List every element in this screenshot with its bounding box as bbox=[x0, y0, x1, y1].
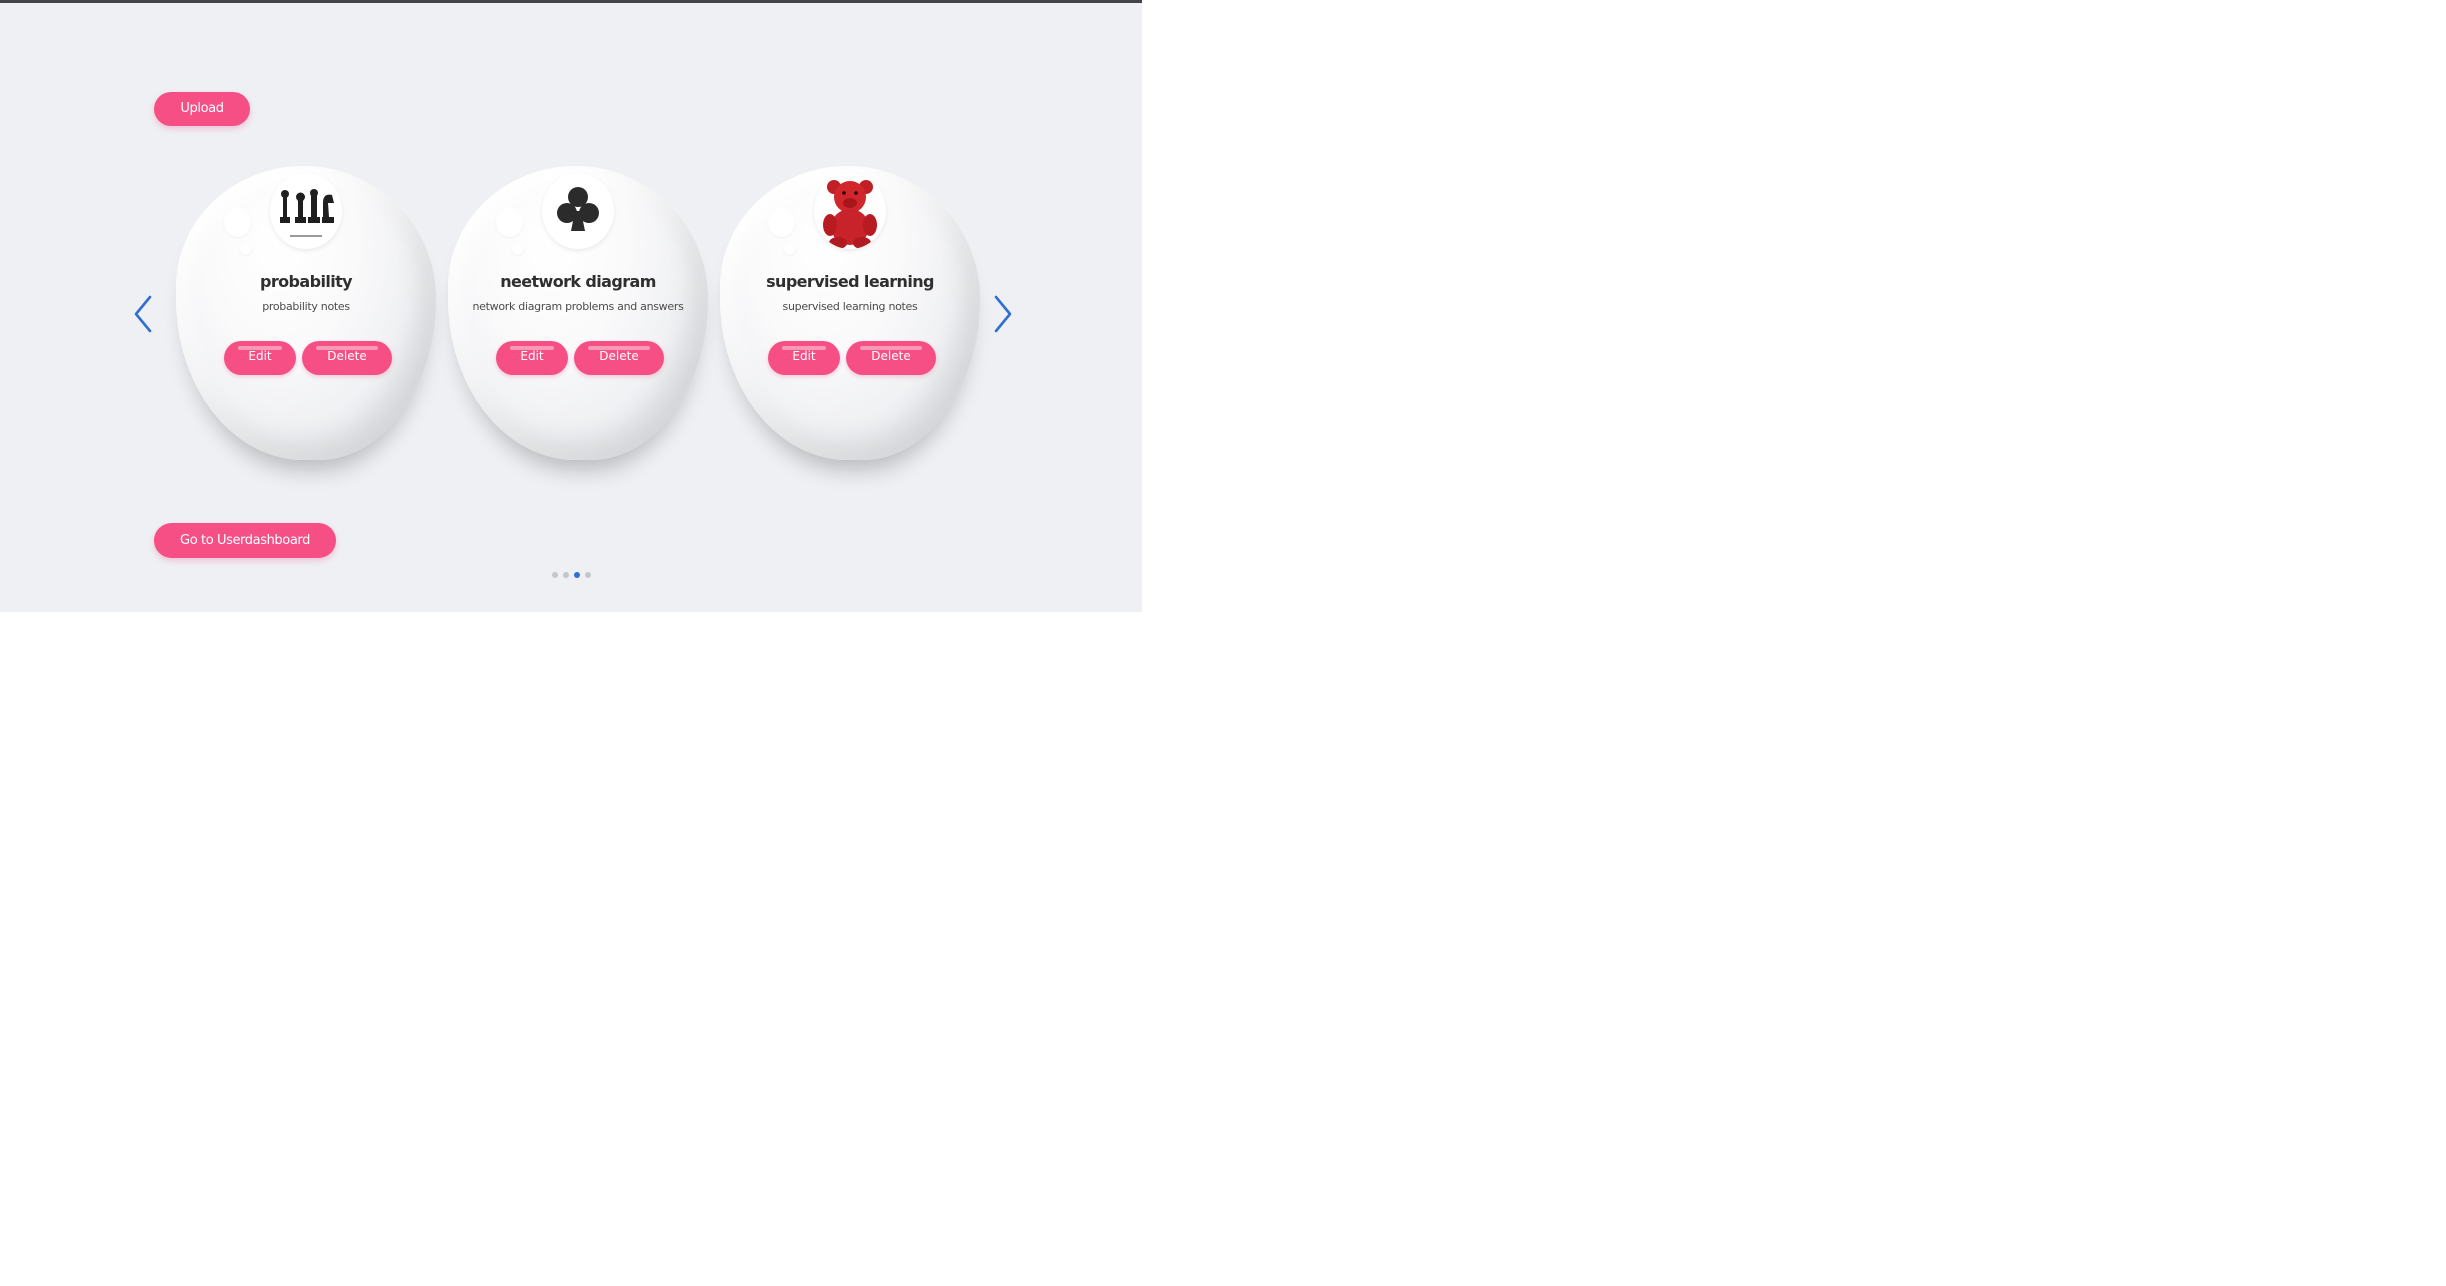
pagination-dots bbox=[552, 572, 591, 580]
note-card: neetwork diagram network diagram problem… bbox=[448, 166, 708, 460]
delete-button-label: Delete bbox=[327, 349, 367, 363]
card-thumbnail bbox=[542, 173, 614, 249]
edit-button-label: Edit bbox=[248, 349, 272, 363]
pagination-dot[interactable] bbox=[585, 572, 591, 578]
edit-button-label: Edit bbox=[520, 349, 544, 363]
carousel-page: Upload probability probability notes Edi… bbox=[0, 0, 1142, 612]
edit-button-label: Edit bbox=[792, 349, 816, 363]
delete-button[interactable]: Delete bbox=[302, 341, 392, 375]
card-title: probability bbox=[260, 272, 353, 291]
decor-bubble bbox=[784, 244, 795, 255]
chevron-left-icon[interactable] bbox=[128, 291, 158, 337]
pagination-dot[interactable] bbox=[563, 572, 569, 578]
teddy-bear-icon bbox=[823, 180, 877, 249]
upload-button[interactable]: Upload bbox=[154, 92, 250, 126]
card-title: neetwork diagram bbox=[500, 272, 656, 291]
note-card: supervised learning supervised learning … bbox=[720, 166, 980, 460]
card-title: supervised learning bbox=[766, 272, 934, 291]
card-thumbnail bbox=[814, 173, 886, 249]
delete-button-label: Delete bbox=[599, 349, 639, 363]
delete-button-label: Delete bbox=[871, 349, 911, 363]
decor-bubble bbox=[240, 244, 251, 255]
edit-button[interactable]: Edit bbox=[768, 341, 840, 375]
edit-button[interactable]: Edit bbox=[224, 341, 296, 375]
chevron-right-icon[interactable] bbox=[988, 291, 1018, 337]
card-description: network diagram problems and answers bbox=[472, 300, 684, 313]
edit-button[interactable]: Edit bbox=[496, 341, 568, 375]
card-description: supervised learning notes bbox=[782, 300, 918, 313]
chess-pieces-icon bbox=[280, 189, 334, 237]
go-to-userdashboard-button[interactable]: Go to Userdashboard bbox=[154, 523, 336, 558]
card-description: probability notes bbox=[262, 300, 350, 313]
delete-button[interactable]: Delete bbox=[846, 341, 936, 375]
note-card: probability probability notes Edit Delet… bbox=[176, 166, 436, 460]
decor-bubble bbox=[512, 244, 523, 255]
card-thumbnail bbox=[270, 173, 342, 249]
delete-button[interactable]: Delete bbox=[574, 341, 664, 375]
pagination-dot[interactable] bbox=[552, 572, 558, 578]
decor-bubble bbox=[768, 208, 795, 237]
decor-bubble bbox=[224, 208, 251, 237]
club-suit-icon bbox=[557, 187, 599, 231]
pagination-dot[interactable] bbox=[574, 572, 580, 578]
decor-bubble bbox=[496, 208, 523, 237]
